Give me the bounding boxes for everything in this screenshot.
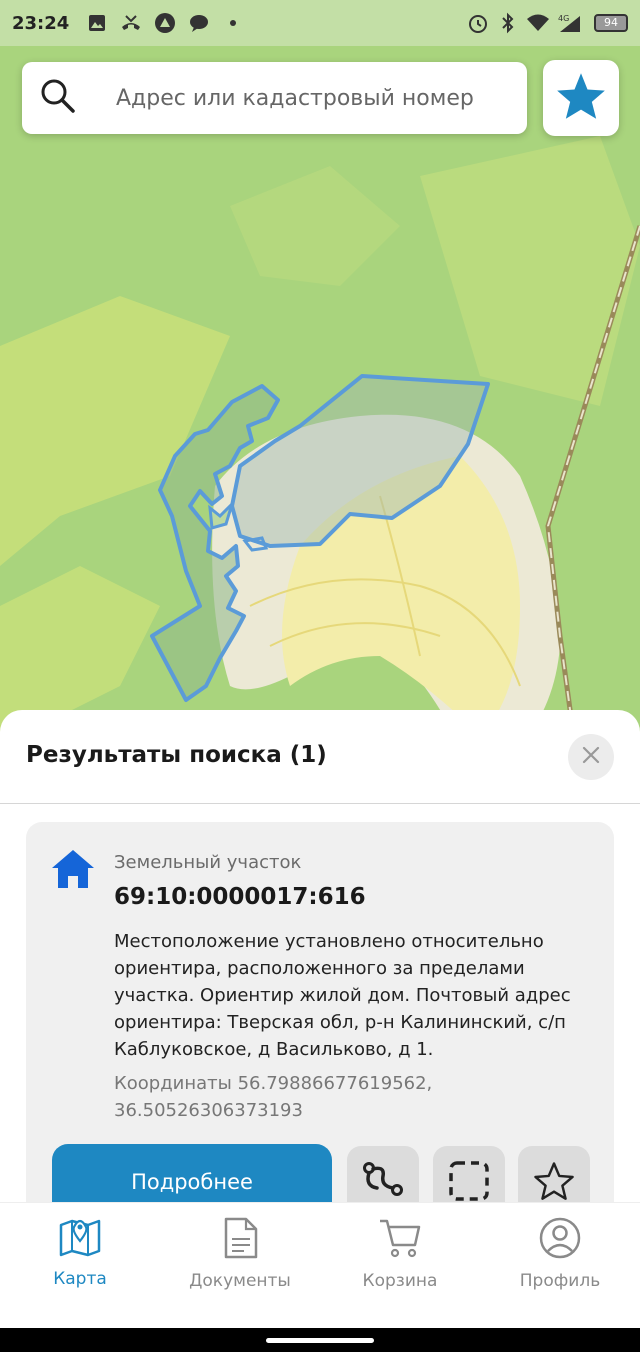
- app-icon: [153, 11, 177, 35]
- nav-label-documents: Документы: [189, 1271, 291, 1291]
- signal-icon: 4G: [556, 11, 584, 35]
- map-canvas: [0, 136, 640, 747]
- map-view[interactable]: [0, 46, 640, 766]
- divider: [0, 803, 640, 804]
- map-icon: [58, 1217, 102, 1261]
- results-title: Результаты поиска (1): [26, 742, 327, 768]
- cart-icon: [378, 1217, 422, 1263]
- dot-icon: [221, 11, 245, 35]
- alarm-icon: [466, 11, 490, 35]
- nav-label-cart: Корзина: [362, 1271, 438, 1291]
- route-icon: [361, 1160, 405, 1204]
- cadastral-number: 69:10:0000017:616: [114, 884, 366, 910]
- wifi-icon: [526, 11, 550, 35]
- search-icon[interactable]: [40, 78, 76, 118]
- home-indicator[interactable]: [266, 1338, 374, 1343]
- parcel-coordinates: Координаты 56.79886677619562, 36.5052630…: [114, 1073, 433, 1121]
- missed-call-icon: [119, 11, 143, 35]
- chat-icon: [187, 11, 211, 35]
- status-bar: 23:24 4G 94: [0, 0, 640, 46]
- search-input[interactable]: Адрес или кадастровый номер: [116, 86, 474, 111]
- close-button[interactable]: [568, 734, 614, 780]
- battery-icon: 94: [594, 14, 628, 32]
- svg-text:4G: 4G: [558, 14, 569, 23]
- nav-item-cart[interactable]: Корзина: [320, 1203, 480, 1313]
- nav-label-map: Карта: [53, 1269, 107, 1289]
- star-icon: [555, 71, 607, 125]
- star-outline-icon: [533, 1160, 575, 1206]
- gesture-bar-area: [0, 1328, 640, 1352]
- favorites-button[interactable]: [543, 60, 619, 136]
- search-results-sheet: Результаты поиска (1) Земельный участок …: [0, 710, 640, 1242]
- search-bar[interactable]: Адрес или кадастровый номер: [22, 62, 527, 134]
- document-icon: [220, 1217, 260, 1263]
- profile-icon: [539, 1217, 581, 1263]
- parcel-type: Земельный участок: [114, 852, 302, 873]
- close-icon: [581, 745, 601, 769]
- nav-item-documents[interactable]: Документы: [160, 1203, 320, 1313]
- nav-item-profile[interactable]: Профиль: [480, 1203, 640, 1313]
- bluetooth-icon: [496, 11, 520, 35]
- nav-label-profile: Профиль: [519, 1271, 601, 1291]
- result-card[interactable]: Земельный участок 69:10:0000017:616 Мест…: [26, 822, 614, 1242]
- select-area-icon: [448, 1160, 490, 1206]
- nav-item-map[interactable]: Карта: [0, 1203, 160, 1313]
- image-icon: [85, 11, 109, 35]
- status-time: 23:24: [12, 12, 70, 34]
- home-icon: [50, 848, 96, 894]
- parcel-description: Местоположение установлено относительно …: [114, 931, 571, 1060]
- bottom-navigation: Карта Документы Корзина Профиль: [0, 1202, 640, 1328]
